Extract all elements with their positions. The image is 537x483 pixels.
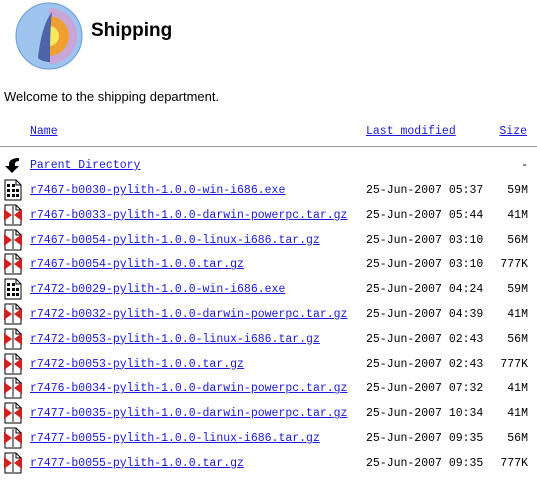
file-size: 56M [507, 332, 528, 346]
file-date: 25-Jun-2007 10:34 [366, 407, 484, 421]
file-link[interactable]: r7472-b0053-pylith-1.0.0.tar.gz [30, 358, 244, 371]
file-date: 25-Jun-2007 05:44 [366, 208, 484, 222]
parent-size: - [521, 159, 528, 172]
compressed-icon [4, 353, 22, 375]
file-size: 59M [507, 184, 528, 197]
sort-by-last-modified-link[interactable]: Last modified [366, 125, 456, 138]
compressed-icon [4, 253, 22, 275]
back-arrow-icon [5, 158, 19, 173]
parent-directory-row: Parent Directory - [0, 156, 537, 181]
file-row: r7472-b0032-pylith-1.0.0-darwin-powerpc.… [0, 303, 537, 330]
file-size: 777K [500, 456, 528, 470]
file-link[interactable]: r7467-b0054-pylith-1.0.0-linux-i686.tar.… [30, 234, 320, 247]
binary-icon [4, 278, 22, 300]
file-link[interactable]: r7467-b0054-pylith-1.0.0.tar.gz [30, 258, 244, 271]
file-row: r7467-b0033-pylith-1.0.0-darwin-powerpc.… [0, 204, 537, 231]
file-row: r7467-b0054-pylith-1.0.0-linux-i686.tar.… [0, 229, 537, 256]
file-link[interactable]: r7472-b0029-pylith-1.0.0-win-i686.exe [30, 283, 285, 296]
file-link[interactable]: r7467-b0033-pylith-1.0.0-darwin-powerpc.… [30, 209, 347, 222]
file-link[interactable]: r7472-b0032-pylith-1.0.0-darwin-powerpc.… [30, 308, 347, 321]
file-size: 41M [507, 407, 528, 421]
listing-header: Name Last modified Size [0, 118, 537, 143]
file-row: r7472-b0029-pylith-1.0.0-win-i686.exe 25-… [0, 278, 537, 305]
file-size: 41M [507, 308, 528, 321]
file-size: 41M [507, 208, 528, 222]
file-link[interactable]: r7477-b0035-pylith-1.0.0-darwin-powerpc.… [30, 407, 347, 420]
compressed-icon [4, 377, 22, 399]
compressed-icon [4, 402, 22, 424]
file-date: 25-Jun-2007 02:43 [366, 357, 484, 371]
compressed-icon [4, 229, 22, 251]
file-row: r7477-b0055-pylith-1.0.0-linux-i686.tar.… [0, 427, 537, 454]
page-title: Shipping [91, 20, 173, 41]
file-date: 25-Jun-2007 02:43 [366, 332, 484, 346]
welcome-text: Welcome to the shipping department. [4, 89, 220, 104]
binary-icon [4, 179, 22, 201]
file-date: 25-Jun-2007 04:24 [366, 283, 484, 297]
file-size: 777K [500, 357, 528, 371]
file-date: 25-Jun-2007 09:35 [366, 456, 484, 470]
file-date: 25-Jun-2007 07:32 [366, 382, 484, 396]
file-row: r7476-b0034-pylith-1.0.0-darwin-powerpc.… [0, 377, 537, 404]
compressed-icon [4, 204, 22, 226]
compressed-icon [4, 303, 22, 325]
file-link[interactable]: r7476-b0034-pylith-1.0.0-darwin-powerpc.… [30, 382, 347, 395]
file-row: r7472-b0053-pylith-1.0.0.tar.gz 25-Jun-20… [0, 353, 537, 380]
file-link[interactable]: r7477-b0055-pylith-1.0.0-linux-i686.tar.… [30, 432, 320, 445]
file-row: r7477-b0035-pylith-1.0.0-darwin-powerpc.… [0, 402, 537, 429]
file-row: r7467-b0030-pylith-1.0.0-win-i686.exe 25-… [0, 179, 537, 206]
file-link[interactable]: r7467-b0030-pylith-1.0.0-win-i686.exe [30, 184, 285, 197]
file-size: 777K [500, 258, 528, 272]
parent-directory-link[interactable]: Parent Directory [30, 159, 140, 172]
file-size: 59M [507, 283, 528, 297]
sort-by-name-link[interactable]: Name [30, 125, 58, 138]
compressed-icon [4, 452, 22, 474]
compressed-icon [4, 427, 22, 449]
header-divider [0, 146, 537, 147]
file-date: 25-Jun-2007 03:10 [366, 258, 484, 272]
file-date: 25-Jun-2007 05:37 [366, 184, 484, 197]
file-size: 41M [507, 382, 528, 396]
file-row: r7477-b0055-pylith-1.0.0.tar.gz 25-Jun-20… [0, 452, 537, 479]
sort-by-size-link[interactable]: Size [499, 125, 527, 138]
site-logo [15, 2, 83, 70]
file-date: 25-Jun-2007 03:10 [366, 233, 484, 247]
file-date: 25-Jun-2007 04:39 [366, 308, 484, 321]
file-link[interactable]: r7472-b0053-pylith-1.0.0-linux-i686.tar.… [30, 333, 320, 346]
file-row: r7467-b0054-pylith-1.0.0.tar.gz 25-Jun-20… [0, 253, 537, 280]
file-date: 25-Jun-2007 09:35 [366, 432, 484, 445]
compressed-icon [4, 328, 22, 350]
file-size: 56M [507, 233, 528, 247]
file-row: r7472-b0053-pylith-1.0.0-linux-i686.tar.… [0, 328, 537, 355]
file-link[interactable]: r7477-b0055-pylith-1.0.0.tar.gz [30, 457, 244, 470]
file-size: 56M [507, 432, 528, 445]
